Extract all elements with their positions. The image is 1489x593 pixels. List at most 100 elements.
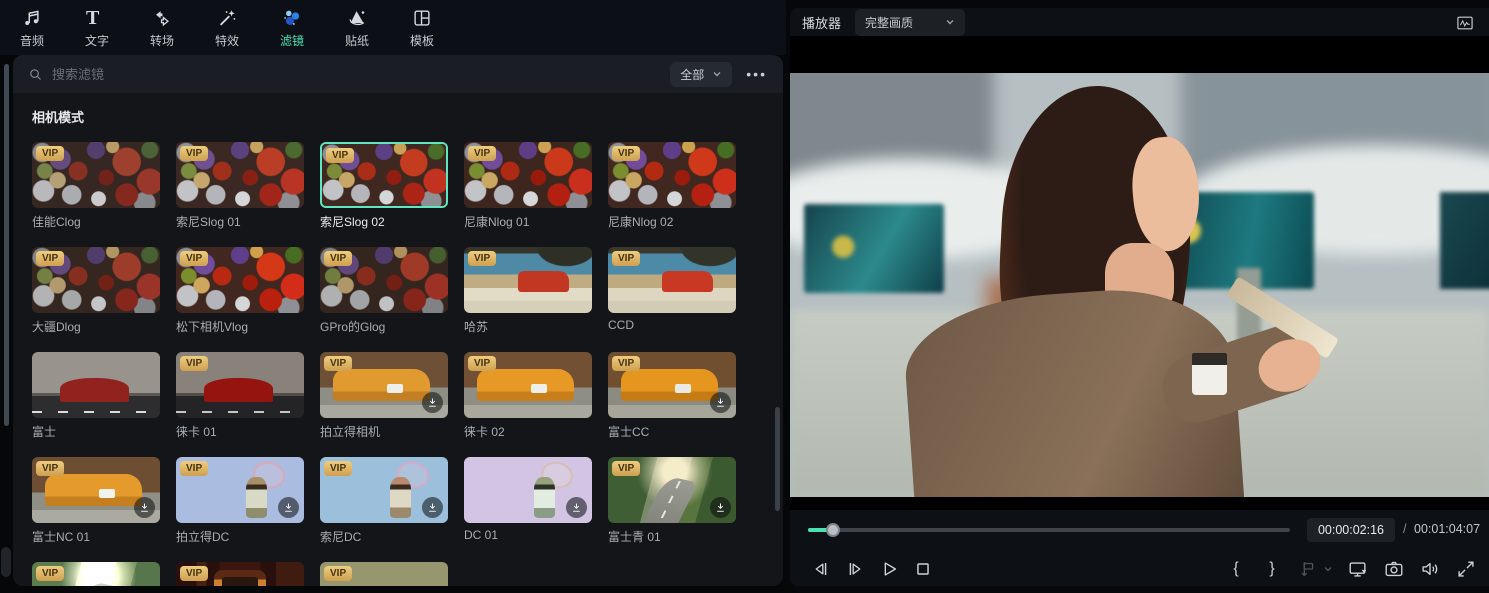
filter-item[interactable]: VIP	[320, 562, 448, 586]
player-panel: 播放器 完整画质	[790, 8, 1489, 586]
filter-item[interactable]: VIP 富士CC	[608, 352, 736, 440]
filter-item[interactable]: VIP 富士NC 01	[32, 457, 160, 545]
filter-item[interactable]: VIP 索尼Slog 01	[176, 142, 304, 230]
chevron-down-icon	[712, 69, 722, 79]
tab-templates[interactable]: 模板	[400, 7, 444, 49]
search-bar: 全部 •••	[13, 55, 783, 93]
filter-thumbnail: VIP	[320, 352, 448, 418]
vip-badge: VIP	[36, 566, 64, 581]
background-billboard	[804, 204, 944, 293]
filter-thumbnail: VIP	[176, 562, 304, 586]
vip-badge: VIP	[326, 148, 354, 163]
vip-badge: VIP	[36, 146, 64, 161]
download-icon[interactable]	[710, 497, 731, 518]
snapshot-camera-icon[interactable]	[1383, 558, 1405, 580]
filter-item[interactable]: VIP	[176, 562, 304, 586]
filter-name: 拍立得相机	[320, 423, 448, 440]
filter-thumbnail: VIP	[320, 562, 448, 586]
current-timecode: 00:00:02:16	[1307, 518, 1395, 542]
vip-badge: VIP	[180, 251, 208, 266]
previous-frame-button[interactable]	[810, 558, 832, 580]
tab-stickers[interactable]: 贴纸	[335, 7, 379, 49]
search-input[interactable]	[52, 67, 670, 82]
filter-name: 佳能Clog	[32, 213, 160, 230]
filter-item[interactable]: VIP 拍立得DC	[176, 457, 304, 545]
category-dropdown[interactable]: 全部	[670, 62, 732, 87]
filter-item[interactable]: VIP 拍立得相机	[320, 352, 448, 440]
filter-name: 富士	[32, 423, 160, 440]
text-icon: T	[86, 7, 108, 29]
filter-item[interactable]: VIP 佳能Clog	[32, 142, 160, 230]
download-icon[interactable]	[710, 392, 731, 413]
download-icon[interactable]	[422, 497, 443, 518]
tab-label: 滤镜	[280, 32, 304, 49]
filter-thumbnail: VIP	[464, 352, 592, 418]
fullscreen-icon[interactable]	[1455, 558, 1477, 580]
tab-transition[interactable]: 转场	[140, 7, 184, 49]
vip-badge: VIP	[180, 566, 208, 581]
video-preview[interactable]	[790, 36, 1489, 510]
vip-badge: VIP	[180, 461, 208, 476]
download-icon[interactable]	[566, 497, 587, 518]
vip-badge: VIP	[324, 251, 352, 266]
filter-preview-image	[32, 352, 160, 418]
tab-text[interactable]: T 文字	[75, 7, 119, 49]
filter-name: 索尼Slog 02	[320, 213, 448, 230]
filter-item[interactable]: VIP 尼康Nlog 02	[608, 142, 736, 230]
mark-in-button[interactable]: {	[1225, 558, 1247, 580]
filter-item[interactable]: 富士	[32, 352, 160, 440]
filter-thumbnail: VIP	[176, 247, 304, 313]
filter-item[interactable]: VIP 富士青 01	[608, 457, 736, 545]
vip-badge: VIP	[468, 146, 496, 161]
filter-item[interactable]: VIP CCD	[608, 247, 736, 335]
vip-badge: VIP	[612, 146, 640, 161]
seek-handle[interactable]	[826, 523, 840, 537]
filter-item[interactable]: DC 01	[464, 457, 592, 545]
filter-item[interactable]: VIP 徕卡 01	[176, 352, 304, 440]
quality-dropdown[interactable]: 完整画质	[855, 9, 965, 36]
vip-badge: VIP	[612, 356, 640, 371]
download-icon[interactable]	[278, 497, 299, 518]
download-icon[interactable]	[422, 392, 443, 413]
next-frame-button[interactable]	[844, 558, 866, 580]
tab-filters[interactable]: 滤镜	[270, 7, 314, 49]
quality-dropdown-value: 完整画质	[865, 14, 913, 31]
seek-bar[interactable]	[808, 528, 1290, 532]
filter-item[interactable]: VIP 索尼Slog 02	[320, 142, 448, 230]
filter-item[interactable]: VIP 尼康Nlog 01	[464, 142, 592, 230]
filter-item[interactable]: VIP 大疆Dlog	[32, 247, 160, 335]
filter-item[interactable]: VIP 哈苏	[464, 247, 592, 335]
category-scrollbar[interactable]	[4, 64, 9, 426]
vip-badge: VIP	[36, 461, 64, 476]
player-title: 播放器	[802, 13, 841, 32]
filter-item[interactable]: VIP 徕卡 02	[464, 352, 592, 440]
filter-thumbnail: VIP	[32, 562, 160, 586]
edge-fragment	[1, 547, 11, 577]
filter-thumbnail: VIP	[32, 142, 160, 208]
more-options-button[interactable]: •••	[746, 69, 767, 79]
scope-icon[interactable]	[1455, 13, 1475, 31]
tab-effects[interactable]: 特效	[205, 7, 249, 49]
download-icon[interactable]	[134, 497, 155, 518]
search-icon	[28, 67, 43, 82]
magic-wand-icon	[216, 7, 238, 29]
tab-audio[interactable]: 音频	[10, 7, 54, 49]
filter-scrollbar[interactable]	[775, 407, 780, 511]
chevron-down-icon	[1323, 564, 1333, 574]
filter-thumbnail: VIP	[608, 142, 736, 208]
vip-badge: VIP	[324, 461, 352, 476]
filter-name: 尼康Nlog 01	[464, 213, 592, 230]
volume-icon[interactable]	[1419, 558, 1441, 580]
mark-out-button[interactable]: }	[1261, 558, 1283, 580]
filter-thumbnail: VIP	[32, 457, 160, 523]
filter-item[interactable]: VIP GPro的Glog	[320, 247, 448, 335]
stop-button[interactable]	[912, 558, 934, 580]
filter-item[interactable]: VIP 松下相机Vlog	[176, 247, 304, 335]
filter-item[interactable]: VIP	[32, 562, 160, 586]
filter-thumbnail: VIP	[608, 352, 736, 418]
secondary-display-icon[interactable]	[1347, 558, 1369, 580]
marker-icon	[1297, 558, 1319, 580]
filter-name: 尼康Nlog 02	[608, 213, 736, 230]
filter-item[interactable]: VIP 索尼DC	[320, 457, 448, 545]
play-button[interactable]	[878, 558, 900, 580]
